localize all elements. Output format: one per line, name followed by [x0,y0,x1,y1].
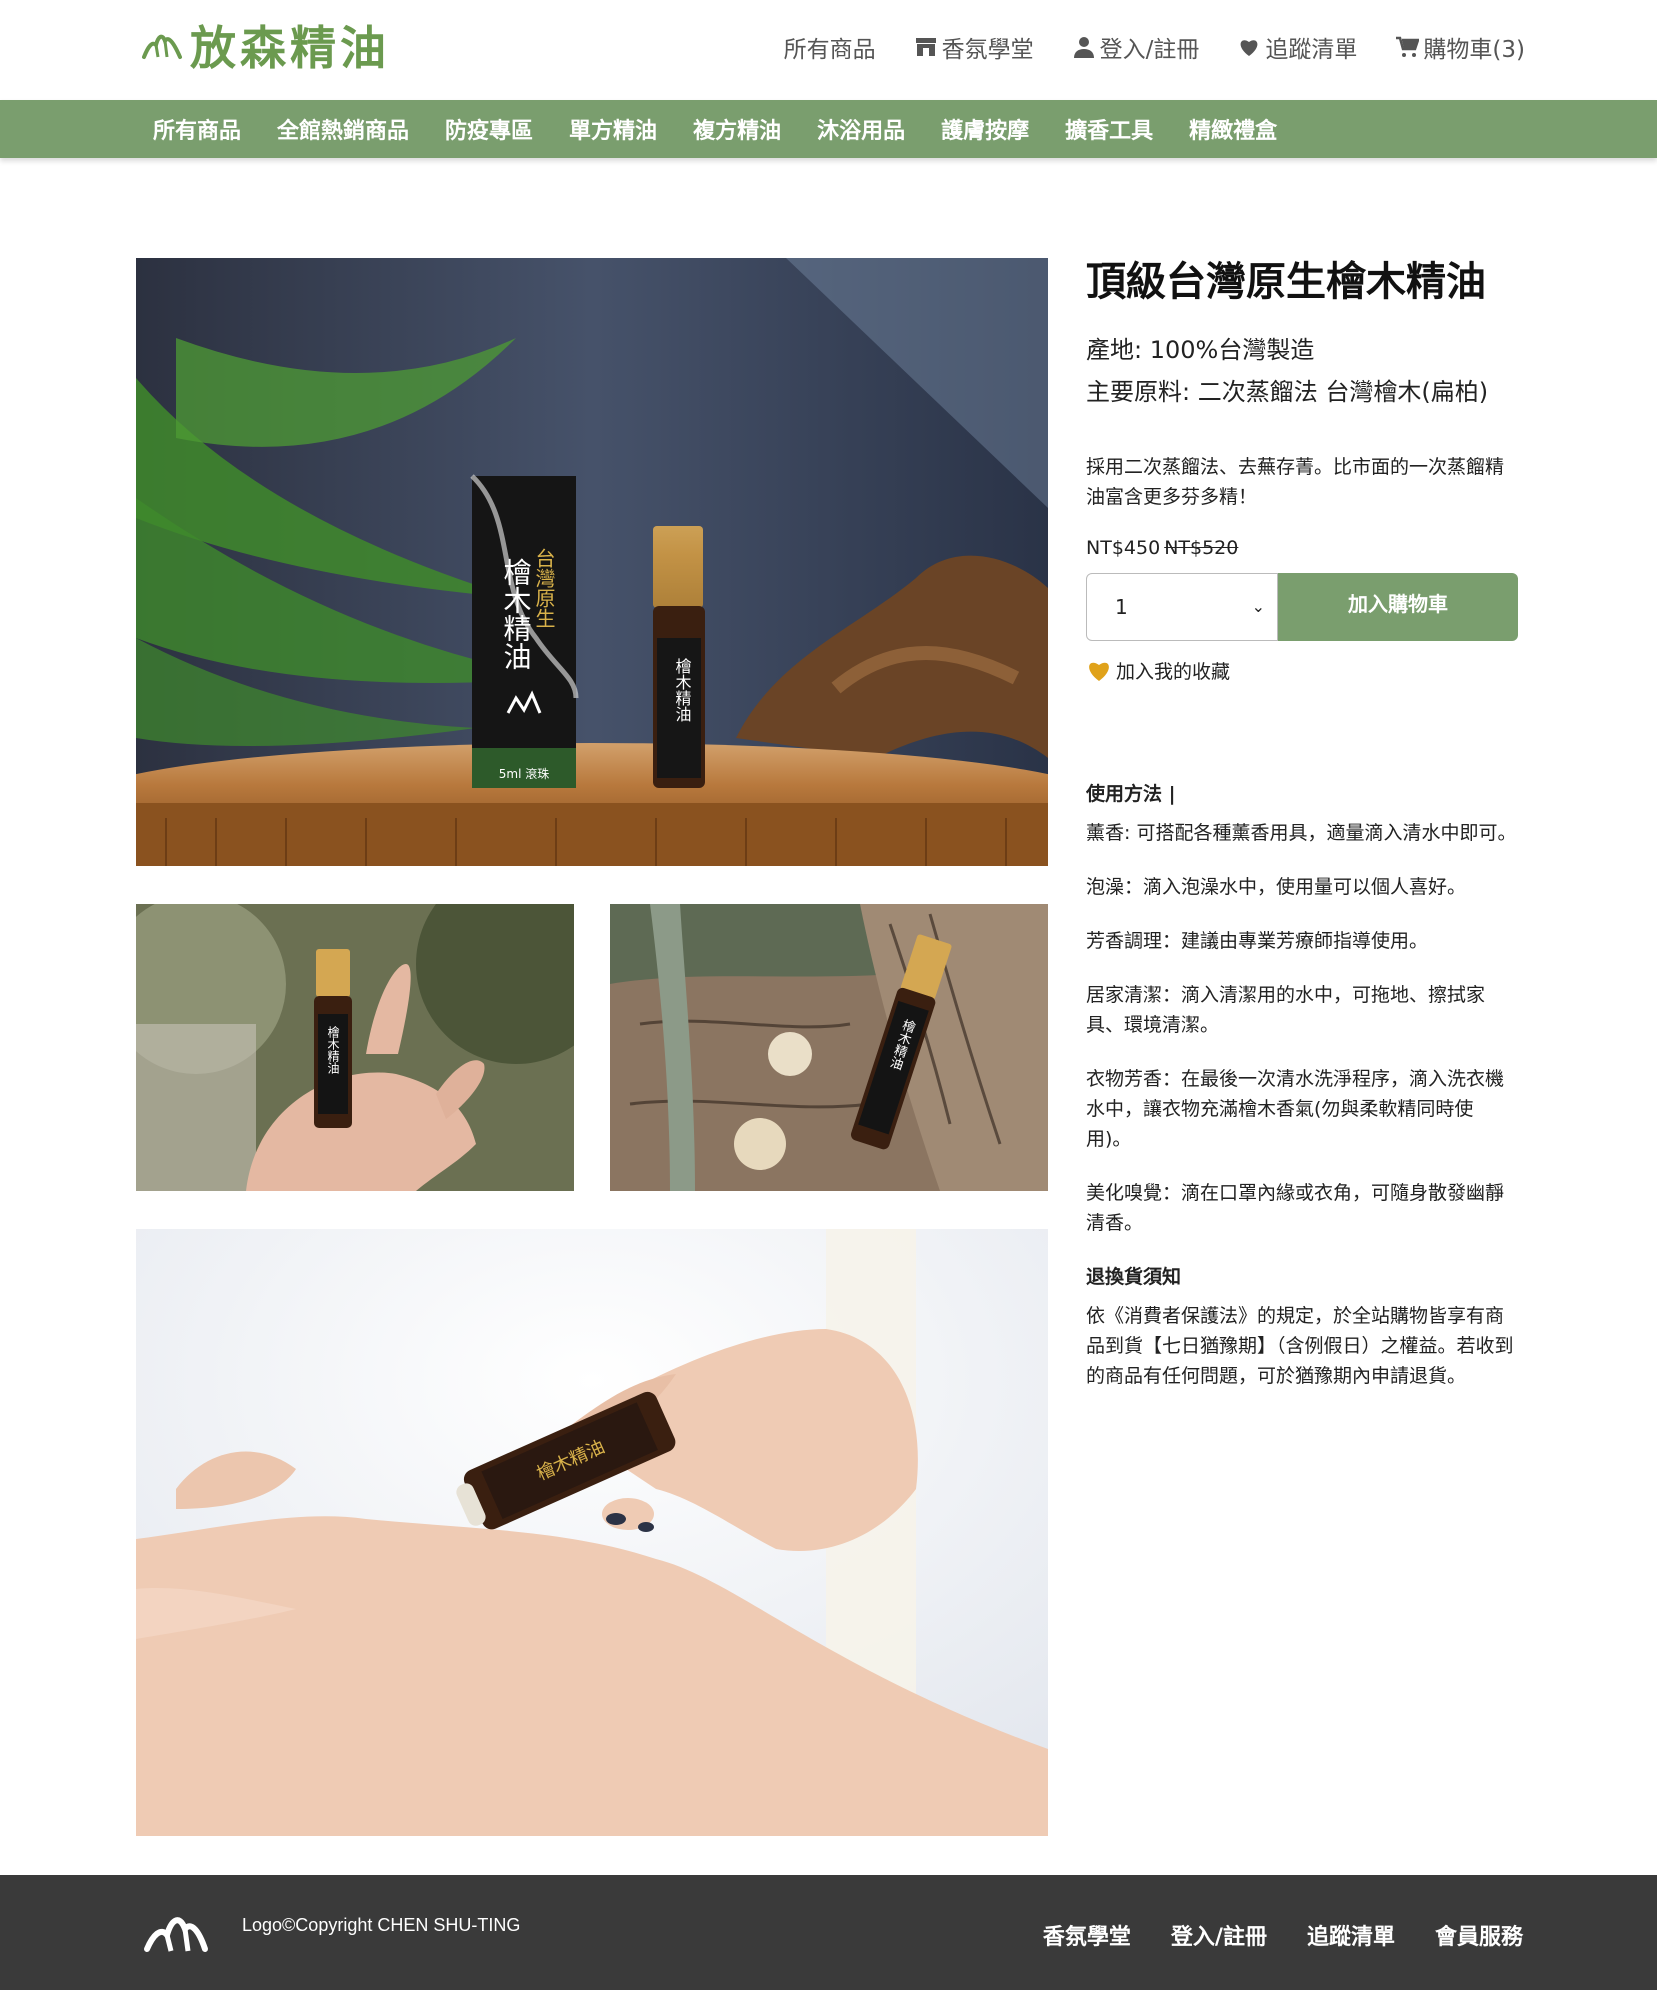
nav-wishlist[interactable]: 追蹤清單 [1237,30,1357,64]
footer-link-aroma-school[interactable]: 香氛學堂 [1043,1919,1131,1951]
usage-item: 泡澡：滴入泡澡水中，使用量可以個人喜好。 [1086,875,1467,898]
product-ingredient: 主要原料: 二次蒸餾法 台灣檜木(扁柏) [1086,378,1489,406]
return-policy-text: 依《消費者保護法》的規定，於全站購物皆享有商品到貨【七日猶豫期】（含例假日）之權… [1086,1304,1514,1387]
svg-text:5ml 滾珠: 5ml 滾珠 [499,767,549,781]
product-title: 頂級台灣原生檜木精油 [1086,259,1486,305]
mountain-logo-icon [142,34,182,59]
add-to-favorites-label: 加入我的收藏 [1116,660,1231,683]
footer-nav: 香氛學堂 登入/註冊 追蹤清單 會員服務 [1043,1919,1523,1951]
category-blended-oils[interactable]: 複方精油 [693,113,781,145]
category-bar: 所有商品 全館熱銷商品 防疫專區 單方精油 複方精油 沐浴用品 護膚按摩 擴香工… [0,100,1657,158]
category-skincare-massage[interactable]: 護膚按摩 [941,113,1029,145]
mountain-logo-icon[interactable] [143,1905,209,1957]
footer-link-wishlist[interactable]: 追蹤清單 [1307,1919,1395,1951]
usage-item: 居家清潔：滴入清潔用的水中，可拖地、擦拭家具、環境清潔。 [1086,983,1486,1036]
top-header: 放森精油 所有商品 香氛學堂 登入/註冊 追蹤清單 購物車(3) [0,0,1657,100]
usage-item: 衣物芳香：在最後一次清水洗淨程序，滴入洗衣機水中，讓衣物充滿檜木香氣(勿與柔軟精… [1086,1067,1505,1150]
product-info-panel: 頂級台灣原生檜木精油 產地: 100%台灣製造 主要原料: 二次蒸餾法 台灣檜木… [1086,258,1518,1415]
product-price: NT$450 NT$520 [1086,537,1518,559]
return-policy-heading: 退換貨須知 [1086,1265,1182,1288]
site-logo[interactable]: 放森精油 [140,12,390,78]
svg-text:檜木精油: 檜木精油 [326,1025,340,1074]
nav-wishlist-label: 追蹤清單 [1265,37,1358,63]
copyright-text: Logo©Copyright CHEN SHU-TING [242,1915,521,1935]
quantity-value: 1 [1115,594,1128,619]
product-description: 採用二次蒸餾法、去蕪存菁。比市面的一次蒸餾精油富含更多芬多精！ [1086,456,1505,509]
store-icon [915,38,936,56]
product-usage-image[interactable]: 檜木精油 [136,1229,1048,1836]
nav-all-products-label: 所有商品 [783,37,876,63]
nav-aroma-school[interactable]: 香氛學堂 [914,30,1034,64]
quantity-select[interactable]: 1 ⌄ [1086,572,1278,641]
footer-link-login[interactable]: 登入/註冊 [1171,1919,1267,1951]
add-to-cart-button[interactable]: 加入購物車 [1278,572,1518,641]
usage-section: 使用方法 | 薰香: 可搭配各種薰香用具，適量滴入清水中即可。 泡澡：滴入泡澡水… [1086,779,1518,1391]
category-bestsellers[interactable]: 全館熱銷商品 [277,113,409,145]
original-price: NT$520 [1164,536,1239,559]
top-nav: 所有商品 香氛學堂 登入/註冊 追蹤清單 購物車(3) [784,30,1525,64]
category-bath[interactable]: 沐浴用品 [817,113,905,145]
product-main-image[interactable]: 台灣原生 檜木精油 5ml 滾珠 檜木精油 [136,258,1048,866]
usage-item: 薰香: 可搭配各種薰香用具，適量滴入清水中即可。 [1086,821,1517,844]
category-epidemic-prevention[interactable]: 防疫專區 [445,113,533,145]
svg-text:檜木精油: 檜木精油 [673,657,692,722]
chevron-down-icon: ⌄ [1251,597,1265,617]
logo-text: 放森精油 [190,21,390,75]
svg-text:檜木精油: 檜木精油 [500,558,533,670]
product-thumbnail-hand[interactable]: 檜木精油 [136,904,574,1191]
category-single-oils[interactable]: 單方精油 [569,113,657,145]
product-thumbnail-wood[interactable]: 檜木精油 [610,904,1048,1191]
sale-price: NT$450 [1086,536,1161,559]
product-origin: 產地: 100%台灣製造 [1086,336,1315,364]
footer-link-member-service[interactable]: 會員服務 [1435,1919,1523,1951]
usage-heading: 使用方法 | [1086,782,1176,805]
usage-item: 芳香調理：建議由專業芳療師指導使用。 [1086,929,1429,952]
add-to-favorites-button[interactable]: 加入我的收藏 [1086,657,1518,684]
nav-login[interactable]: 登入/註冊 [1072,30,1200,64]
category-all-products[interactable]: 所有商品 [153,113,241,145]
category-diffuser-tools[interactable]: 擴香工具 [1065,113,1153,145]
cart-icon [1396,36,1420,57]
site-footer: Logo©Copyright CHEN SHU-TING 香氛學堂 登入/註冊 … [0,1875,1657,1990]
svg-text:台灣原生: 台灣原生 [532,548,556,628]
category-gift-boxes[interactable]: 精緻禮盒 [1189,113,1277,145]
nav-cart[interactable]: 購物車(3) [1395,30,1525,64]
user-icon [1073,37,1094,58]
nav-cart-label: 購物車(3) [1423,37,1525,63]
heart-icon [1241,40,1258,56]
usage-item: 美化嗅覺：滴在口罩內緣或衣角，可隨身散發幽靜清香。 [1086,1181,1505,1234]
nav-login-label: 登入/註冊 [1099,37,1200,63]
heart-icon [1089,663,1109,682]
nav-aroma-school-label: 香氛學堂 [941,37,1034,63]
cart-row: 1 ⌄ 加入購物車 [1086,572,1518,641]
nav-all-products[interactable]: 所有商品 [784,30,876,64]
